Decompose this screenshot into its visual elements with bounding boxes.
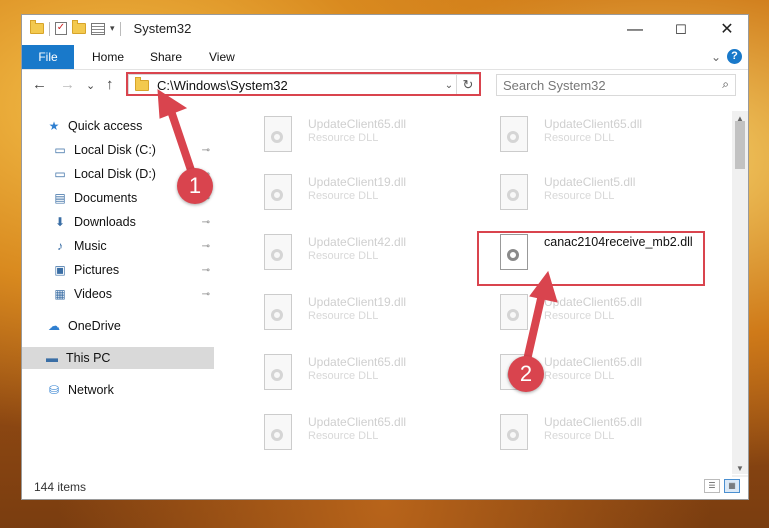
- arrow-1-head: [157, 89, 188, 119]
- arrow-2-head: [529, 270, 558, 303]
- step-badge-2: 2: [508, 356, 544, 392]
- step-badge-1: 1: [177, 168, 213, 204]
- annotation-arrows: [157, 89, 558, 364]
- arrow-2-shaft: [523, 286, 547, 364]
